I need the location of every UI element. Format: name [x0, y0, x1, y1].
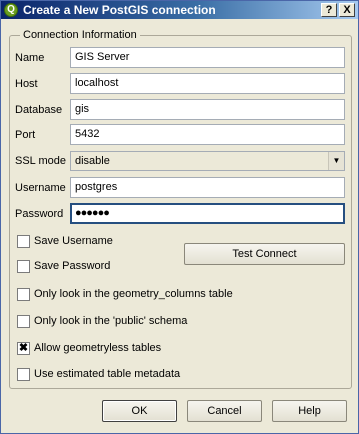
name-input[interactable]: GIS Server: [70, 47, 345, 68]
ok-button[interactable]: OK: [102, 400, 177, 422]
host-input[interactable]: localhost: [70, 73, 345, 94]
cancel-button[interactable]: Cancel: [187, 400, 262, 422]
test-connect-button[interactable]: Test Connect: [184, 243, 345, 265]
save-password-label: Save Password: [34, 260, 111, 272]
name-label: Name: [15, 52, 45, 64]
close-title-button[interactable]: X: [339, 3, 355, 17]
window-title: Create a New PostGIS connection: [23, 3, 216, 17]
host-label: Host: [15, 78, 38, 90]
group-title: Connection Information: [20, 28, 140, 42]
database-input[interactable]: gis: [70, 99, 345, 120]
username-input[interactable]: postgres: [70, 177, 345, 198]
username-label: Username: [15, 182, 66, 194]
database-label: Database: [15, 104, 63, 116]
save-username-label: Save Username: [34, 235, 113, 247]
ssl-mode-select[interactable]: disable ▼: [70, 151, 345, 171]
geometry-columns-checkbox[interactable]: [17, 288, 30, 301]
port-label: Port: [15, 129, 36, 141]
ssl-mode-value: disable: [75, 155, 110, 167]
dropdown-arrow-icon[interactable]: ▼: [328, 152, 344, 170]
help-title-button[interactable]: ?: [321, 3, 337, 17]
password-input[interactable]: ●●●●●●: [70, 203, 345, 224]
ssl-mode-label: SSL mode: [15, 155, 66, 167]
public-schema-label: Only look in the 'public' schema: [34, 315, 188, 327]
password-label: Password: [15, 208, 64, 220]
save-username-checkbox[interactable]: [17, 235, 30, 248]
save-password-checkbox[interactable]: [17, 260, 30, 273]
geometryless-label: Allow geometryless tables: [34, 342, 162, 354]
public-schema-checkbox[interactable]: [17, 315, 30, 328]
dialog-window: Q Create a New PostGIS connection ? X Co…: [0, 0, 359, 434]
help-button[interactable]: Help: [272, 400, 347, 422]
title-bar[interactable]: Q Create a New PostGIS connection ? X: [1, 1, 358, 19]
estimated-metadata-checkbox[interactable]: [17, 368, 30, 381]
port-input[interactable]: 5432: [70, 124, 345, 145]
geometry-columns-label: Only look in the geometry_columns table: [34, 288, 233, 300]
qgis-app-icon: Q: [4, 3, 18, 17]
geometryless-checkbox[interactable]: ✖: [17, 342, 30, 355]
estimated-metadata-label: Use estimated table metadata: [34, 368, 181, 380]
